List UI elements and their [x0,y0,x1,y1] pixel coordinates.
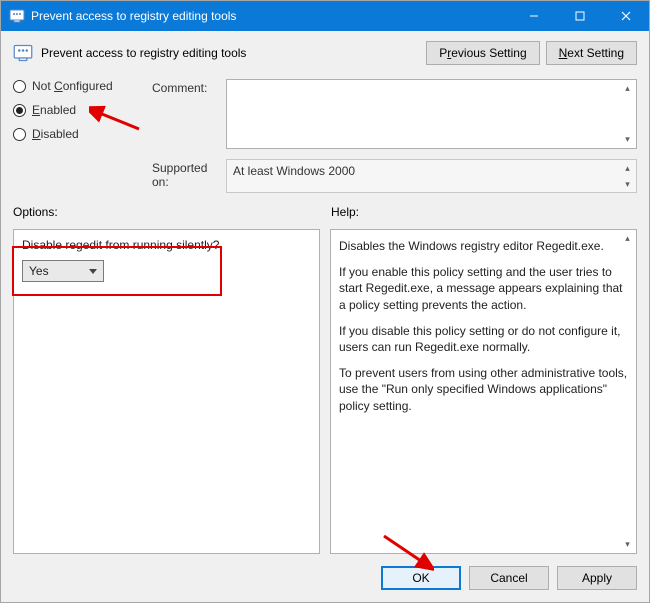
scrollbar[interactable]: ▴ ▾ [619,160,636,192]
option-combo-value: Yes [29,264,49,278]
scroll-up-icon[interactable]: ▴ [619,160,636,176]
radio-label: Not Configured [32,79,113,93]
scroll-up-icon[interactable]: ▴ [619,80,636,97]
supported-on-label: Supported on: [152,159,222,193]
close-button[interactable] [603,1,649,31]
scrollbar[interactable]: ▴ ▾ [619,80,636,148]
section-labels: Options: Help: [13,205,637,219]
policy-title: Prevent access to registry editing tools [41,46,418,60]
radio-label: Disabled [32,127,79,141]
radio-disabled[interactable]: Disabled [13,127,148,141]
dialog-window: Prevent access to registry editing tools [0,0,650,603]
config-grid: Not Configured Enabled Disabled Comment:… [13,79,637,193]
minimize-button[interactable] [511,1,557,31]
help-text: If you enable this policy setting and th… [339,264,628,313]
scrollbar[interactable]: ▴ ▾ [619,230,636,553]
next-setting-button[interactable]: Next Setting [546,41,637,65]
scroll-down-icon[interactable]: ▾ [619,536,636,553]
options-label: Options: [13,205,325,219]
apply-button[interactable]: Apply [557,566,637,590]
radio-icon [13,128,26,141]
comment-input[interactable]: ▴ ▾ [226,79,637,149]
help-text: To prevent users from using other admini… [339,365,628,414]
window-controls [511,1,649,31]
scroll-down-icon[interactable]: ▾ [619,131,636,148]
titlebar: Prevent access to registry editing tools [1,1,649,31]
cancel-button[interactable]: Cancel [469,566,549,590]
help-text: If you disable this policy setting or do… [339,323,628,355]
previous-setting-button[interactable]: Previous Setting [426,41,539,65]
option-question: Disable regedit from running silently? [22,238,311,252]
radio-icon [13,104,26,117]
options-panel: Disable regedit from running silently? Y… [13,229,320,554]
policy-icon [9,8,25,24]
client-area: Prevent access to registry editing tools… [1,31,649,602]
help-text: Disables the Windows registry editor Reg… [339,238,628,254]
scroll-up-icon[interactable]: ▴ [619,230,636,247]
radio-label: Enabled [32,103,76,117]
header-row: Prevent access to registry editing tools… [13,41,637,65]
option-combo[interactable]: Yes [22,260,104,282]
window-title: Prevent access to registry editing tools [31,9,511,23]
policy-icon [13,43,33,63]
radio-not-configured[interactable]: Not Configured [13,79,148,93]
radio-enabled[interactable]: Enabled [13,103,148,117]
supported-on-value: At least Windows 2000 ▴ ▾ [226,159,637,193]
help-label: Help: [325,205,637,219]
panels-row: Disable regedit from running silently? Y… [13,229,637,554]
comment-label: Comment: [152,79,222,149]
scroll-down-icon[interactable]: ▾ [619,176,636,192]
maximize-button[interactable] [557,1,603,31]
ok-button[interactable]: OK [381,566,461,590]
state-radio-group: Not Configured Enabled Disabled [13,79,148,193]
dialog-buttons: OK Cancel Apply [13,562,637,590]
nav-buttons: Previous Setting Next Setting [426,41,637,65]
help-panel: Disables the Windows registry editor Reg… [330,229,637,554]
radio-icon [13,80,26,93]
